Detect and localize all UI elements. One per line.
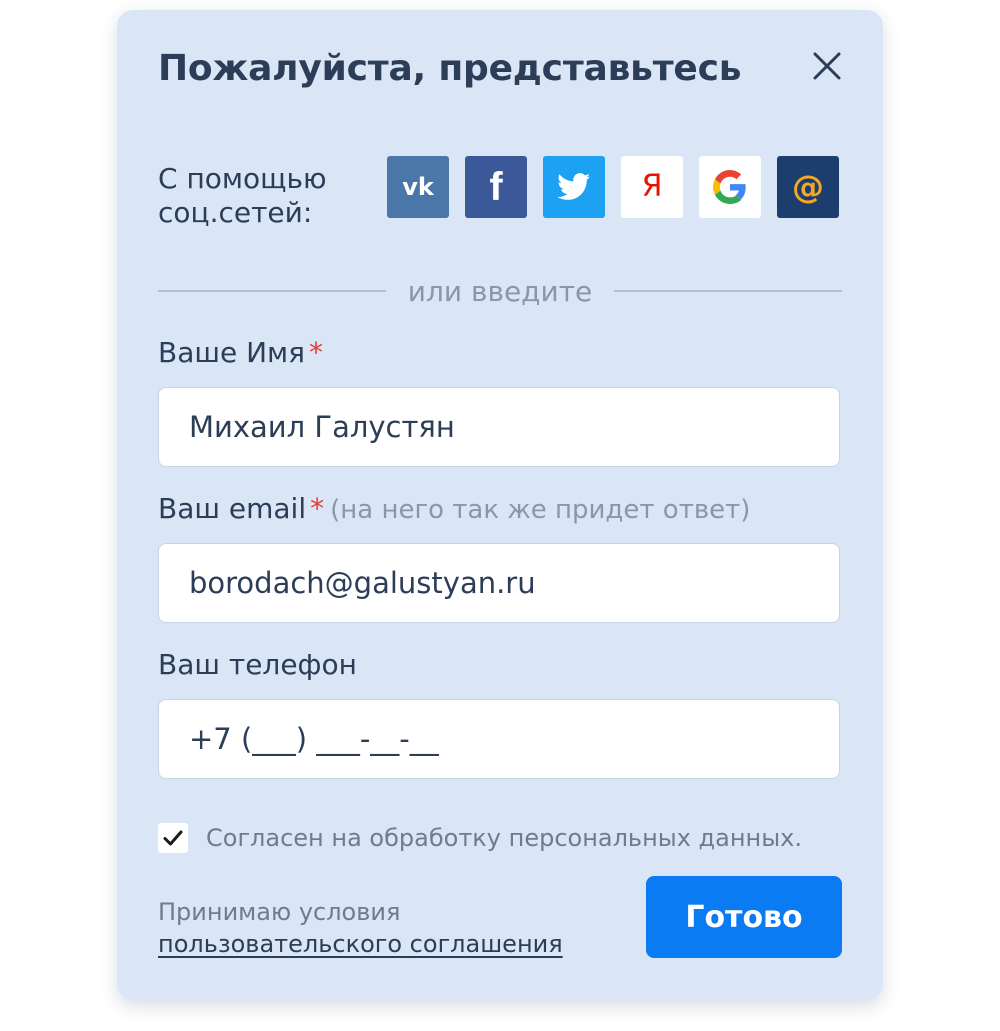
phone-label-text: Ваш телефон	[158, 648, 357, 681]
social-login-buttons: vk f Я @	[387, 156, 839, 218]
terms-prefix: Принимаю условия	[158, 898, 401, 926]
phone-input[interactable]	[158, 699, 840, 779]
checkmark-icon	[163, 830, 183, 846]
email-input[interactable]	[158, 543, 840, 623]
facebook-icon: f	[489, 165, 503, 209]
social-label-line-2: соц.сетей:	[158, 196, 313, 229]
consent-row: Согласен на обработку персональных данны…	[158, 823, 802, 853]
divider-text: или введите	[407, 274, 593, 308]
social-login-label: С помощью соц.сетей:	[158, 162, 327, 230]
email-hint: (на него так же придет ответ)	[330, 495, 751, 525]
twitter-icon	[557, 173, 591, 200]
yandex-icon: Я	[641, 169, 663, 204]
terms-block: Принимаю условия пользовательского согла…	[158, 896, 563, 960]
twitter-login-button[interactable]	[543, 156, 605, 218]
vk-icon: vk	[402, 173, 434, 201]
modal-title: Пожалуйста, представьтесь	[158, 48, 742, 89]
terms-link[interactable]: пользовательского соглашения	[158, 928, 563, 960]
close-icon	[813, 52, 841, 80]
yandex-login-button[interactable]: Я	[621, 156, 683, 218]
google-icon	[713, 170, 746, 204]
close-button[interactable]	[807, 46, 847, 86]
divider-line-right	[614, 290, 843, 292]
social-label-line-1: С помощью	[158, 162, 327, 195]
name-input[interactable]	[158, 387, 840, 467]
auth-modal: Пожалуйста, представьтесь С помощью соц.…	[117, 10, 883, 1000]
google-login-button[interactable]	[699, 156, 761, 218]
phone-label: Ваш телефон	[158, 648, 357, 681]
divider-line-left	[158, 290, 386, 292]
vk-login-button[interactable]: vk	[387, 156, 449, 218]
or-divider: или введите	[158, 274, 843, 308]
consent-checkbox[interactable]	[158, 823, 188, 853]
mailru-icon: @	[792, 168, 824, 206]
name-required-mark: *	[309, 336, 324, 369]
name-label: Ваше Имя *	[158, 336, 323, 369]
email-required-mark: *	[310, 492, 325, 525]
consent-text: Согласен на обработку персональных данны…	[206, 824, 803, 852]
name-label-text: Ваше Имя	[158, 336, 306, 369]
mailru-login-button[interactable]: @	[777, 156, 839, 218]
email-label: Ваш email * (на него так же придет ответ)	[158, 492, 750, 525]
submit-button[interactable]: Готово	[646, 876, 842, 958]
facebook-login-button[interactable]: f	[465, 156, 527, 218]
email-label-text: Ваш email	[158, 492, 307, 525]
